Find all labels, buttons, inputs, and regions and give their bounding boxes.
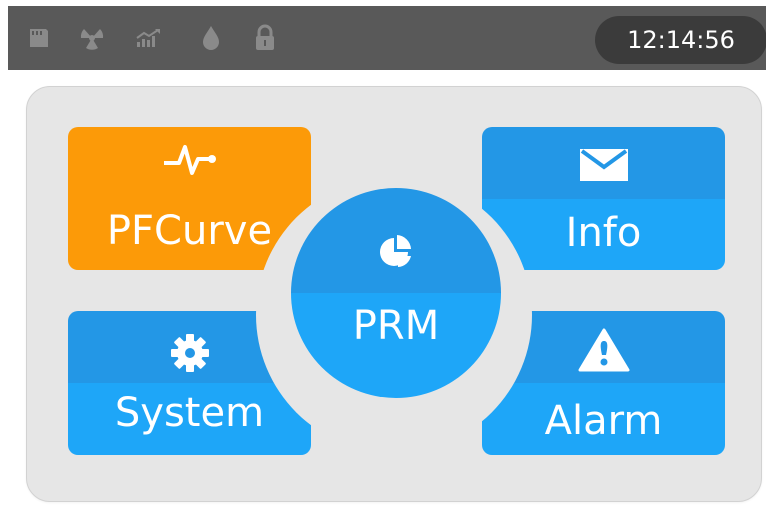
water-drop-icon [199, 6, 223, 70]
prm-button[interactable]: PRM [291, 188, 501, 398]
info-button[interactable]: Info [482, 127, 725, 270]
heartbeat-pulse-icon [68, 143, 311, 177]
trend-chart-icon [134, 6, 164, 70]
alarm-label: Alarm [544, 398, 663, 444]
clock-time: 12:14:56 [595, 16, 766, 64]
sd-card-icon [26, 6, 52, 70]
info-label: Info [565, 210, 642, 256]
status-bar: 12:14:56 [8, 6, 766, 70]
lock-icon [252, 6, 278, 70]
envelope-icon [482, 147, 725, 183]
main-menu-panel: PFCurve Info System Alarm PRM [26, 86, 762, 502]
prm-label: PRM [352, 303, 440, 349]
radiation-icon [78, 6, 106, 70]
system-label: System [114, 390, 265, 436]
pie-chart-icon [291, 234, 501, 270]
